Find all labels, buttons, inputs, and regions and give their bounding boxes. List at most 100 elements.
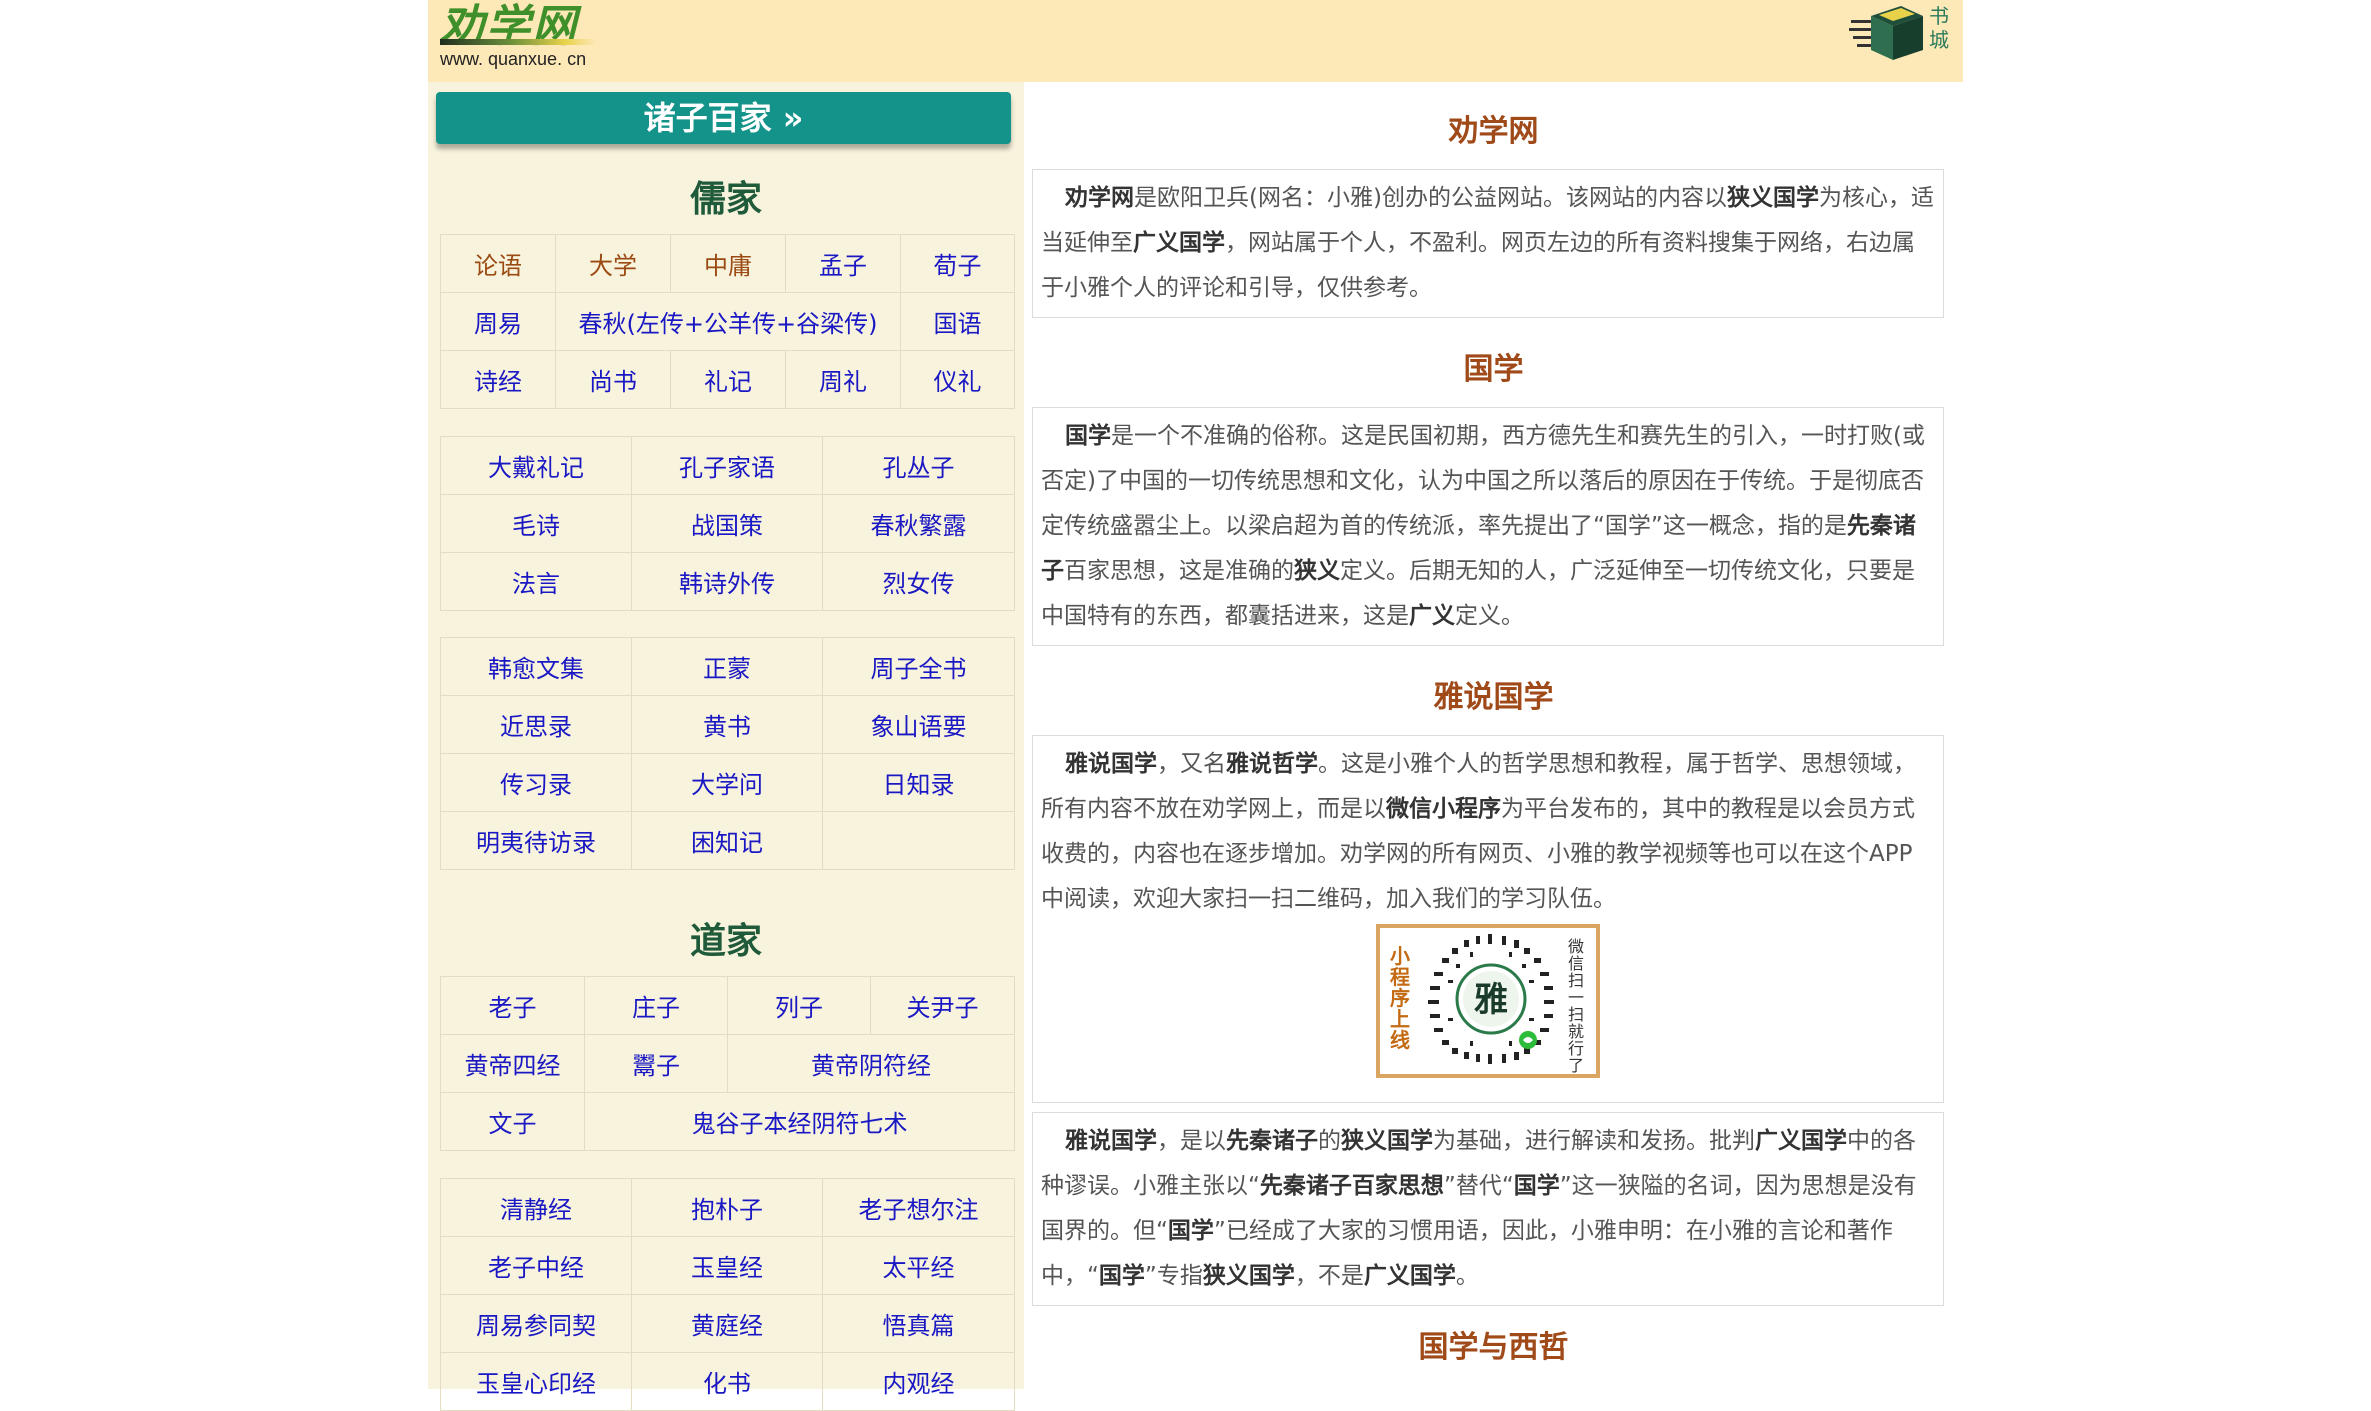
table-row: 周易 春秋(左传+公羊传+谷梁传) 国语 bbox=[440, 292, 1015, 351]
yashuo-detail-text: 雅说国学，是以先秦诸子的狭义国学为基础，进行解读和发扬。批判广义国学中的各种谬误… bbox=[1041, 1128, 1917, 1289]
book-link[interactable]: 春秋繁露 bbox=[822, 494, 1015, 553]
left-sidebar: 诸子百家 » 儒家 论语 大学 中庸 孟子 荀子 周易 春秋(左传+公羊传+谷梁… bbox=[428, 82, 1024, 1411]
table-row: 韩愈文集 正蒙 周子全书 bbox=[440, 637, 1015, 696]
qr-code-icon: 雅 bbox=[1428, 934, 1554, 1064]
book-link[interactable]: 玉皇经 bbox=[631, 1236, 823, 1295]
book-link[interactable]: 周礼 bbox=[785, 350, 901, 409]
book-link[interactable]: 象山语要 bbox=[822, 695, 1015, 754]
intro-guoxue-text: 国学是一个不准确的俗称。这是民国初期，西方德先生和赛先生的引入，一时打败(或否定… bbox=[1041, 423, 1925, 629]
table-row: 老子中经 玉皇经 太平经 bbox=[440, 1236, 1015, 1295]
table-row: 大戴礼记 孔子家语 孔丛子 bbox=[440, 436, 1015, 495]
table-row: 文子 鬼谷子本经阴符七术 bbox=[440, 1092, 1015, 1151]
book-link[interactable]: 大学 bbox=[555, 234, 671, 293]
qr-center-char: 雅 bbox=[1474, 980, 1508, 1020]
qr-left-label: 小程序上线 bbox=[1390, 944, 1410, 1052]
intro-yashuo-text: 雅说国学，又名雅说哲学。这是小雅个人的哲学思想和教程，属于哲学、思想领域，所有内… bbox=[1041, 751, 1916, 912]
book-link[interactable]: 困知记 bbox=[631, 811, 823, 870]
section-title-guoxue-xizhe: 国学与西哲 bbox=[1418, 1330, 1569, 1365]
book-link[interactable]: 化书 bbox=[631, 1352, 823, 1411]
book-link[interactable]: 周易参同契 bbox=[440, 1294, 632, 1353]
book-link[interactable]: 礼记 bbox=[670, 350, 786, 409]
book-link[interactable]: 战国策 bbox=[631, 494, 823, 553]
page: 劝学网 www. quanxue. cn 书城 诸子百家 » 儒家 论语 大学 … bbox=[428, 0, 1963, 1411]
book-link[interactable]: 孟子 bbox=[785, 234, 901, 293]
section-title-guoxue: 国学 bbox=[1463, 352, 1524, 387]
table-row: 周易参同契 黄庭经 悟真篇 bbox=[440, 1294, 1015, 1353]
book-link[interactable]: 孔丛子 bbox=[822, 436, 1015, 495]
daoist-classics-table-2: 清静经 抱朴子 老子想尔注 老子中经 玉皇经 太平经 周易参同契 黄庭经 悟真篇… bbox=[440, 1178, 1015, 1411]
intro-quanxue-box: 劝学网是欧阳卫兵(网名：小雅)创办的公益网站。该网站的内容以狭义国学为核心，适当… bbox=[1032, 169, 1944, 318]
table-row: 清静经 抱朴子 老子想尔注 bbox=[440, 1178, 1015, 1237]
book-link[interactable]: 周易 bbox=[440, 292, 556, 351]
book-link[interactable]: 诗经 bbox=[440, 350, 556, 409]
table-row: 论语 大学 中庸 孟子 荀子 bbox=[440, 234, 1015, 293]
book-link[interactable]: 论语 bbox=[440, 234, 556, 293]
book-link[interactable]: 抱朴子 bbox=[631, 1178, 823, 1237]
book-link[interactable]: 国语 bbox=[900, 292, 1015, 351]
qr-right-label: 微信扫一扫就行了 bbox=[1568, 937, 1585, 1075]
table-row: 毛诗 战国策 春秋繁露 bbox=[440, 494, 1015, 553]
book-link[interactable]: 周子全书 bbox=[822, 637, 1015, 696]
book-link[interactable]: 韩诗外传 bbox=[631, 552, 823, 611]
book-link[interactable]: 玉皇心印经 bbox=[440, 1352, 632, 1411]
bookstore-link[interactable]: 书城 bbox=[1849, 2, 1949, 64]
zhuzi-baijia-button[interactable]: 诸子百家 » bbox=[436, 92, 1011, 144]
book-link[interactable]: 烈女传 bbox=[822, 552, 1015, 611]
book-link[interactable]: 明夷待访录 bbox=[440, 811, 632, 870]
book-link[interactable]: 荀子 bbox=[900, 234, 1015, 293]
book-link[interactable]: 法言 bbox=[440, 552, 632, 611]
intro-quanxue-text: 劝学网是欧阳卫兵(网名：小雅)创办的公益网站。该网站的内容以狭义国学为核心，适当… bbox=[1041, 185, 1934, 301]
site-logo[interactable]: 劝学网 www. quanxue. cn bbox=[434, 0, 596, 76]
book-link[interactable]: 韩愈文集 bbox=[440, 637, 632, 696]
confucian-classics-table-2: 大戴礼记 孔子家语 孔丛子 毛诗 战国策 春秋繁露 法言 韩诗外传 烈女传 bbox=[440, 436, 1015, 611]
book-link[interactable]: 文子 bbox=[440, 1092, 585, 1151]
table-row: 诗经 尚书 礼记 周礼 仪礼 bbox=[440, 350, 1015, 409]
book-stack-icon bbox=[1849, 6, 1923, 60]
confucian-classics-table-3: 韩愈文集 正蒙 周子全书 近思录 黄书 象山语要 传习录 大学问 日知录 明夷待… bbox=[440, 637, 1015, 870]
mini-program-qr-card[interactable]: 小程序上线 雅 微信扫一扫就行了 bbox=[1376, 924, 1600, 1078]
book-link[interactable]: 列子 bbox=[727, 976, 871, 1035]
book-link[interactable]: 日知录 bbox=[822, 753, 1015, 812]
main-content: 劝学网 劝学网是欧阳卫兵(网名：小雅)创办的公益网站。该网站的内容以狭义国学为核… bbox=[1024, 82, 1963, 1389]
book-link[interactable]: 内观经 bbox=[822, 1352, 1015, 1411]
site-header: 劝学网 www. quanxue. cn 书城 bbox=[428, 0, 1963, 82]
book-link[interactable]: 仪礼 bbox=[900, 350, 1015, 409]
intro-yashuo-box: 雅说国学，又名雅说哲学。这是小雅个人的哲学思想和教程，属于哲学、思想领域，所有内… bbox=[1032, 735, 1944, 1103]
book-link[interactable]: 庄子 bbox=[584, 976, 728, 1035]
book-link[interactable]: 黄帝四经 bbox=[440, 1034, 585, 1093]
book-link[interactable]: 老子中经 bbox=[440, 1236, 632, 1295]
book-link[interactable]: 大学问 bbox=[631, 753, 823, 812]
table-row: 老子 庄子 列子 关尹子 bbox=[440, 976, 1015, 1035]
table-row: 法言 韩诗外传 烈女传 bbox=[440, 552, 1015, 611]
book-link[interactable]: 清静经 bbox=[440, 1178, 632, 1237]
confucian-school-title: 儒家 bbox=[689, 179, 762, 220]
book-link[interactable]: 悟真篇 bbox=[822, 1294, 1015, 1353]
book-link[interactable]: 大戴礼记 bbox=[440, 436, 632, 495]
book-link[interactable]: 毛诗 bbox=[440, 494, 632, 553]
logo-text: 劝学网 bbox=[440, 1, 578, 52]
yashuo-detail-box: 雅说国学，是以先秦诸子的狭义国学为基础，进行解读和发扬。批判广义国学中的各种谬误… bbox=[1032, 1112, 1944, 1306]
book-link[interactable]: 鬻子 bbox=[584, 1034, 728, 1093]
book-link[interactable]: 太平经 bbox=[822, 1236, 1015, 1295]
confucian-classics-table-1: 论语 大学 中庸 孟子 荀子 周易 春秋(左传+公羊传+谷梁传) 国语 诗经 尚… bbox=[440, 234, 1015, 409]
book-link[interactable]: 老子 bbox=[440, 976, 585, 1035]
book-link[interactable]: 黄庭经 bbox=[631, 1294, 823, 1353]
book-link[interactable]: 尚书 bbox=[555, 350, 671, 409]
table-row: 黄帝四经 鬻子 黄帝阴符经 bbox=[440, 1034, 1015, 1093]
book-link[interactable]: 老子想尔注 bbox=[822, 1178, 1015, 1237]
book-link[interactable]: 近思录 bbox=[440, 695, 632, 754]
book-link[interactable]: 春秋(左传+公羊传+谷梁传) bbox=[555, 292, 901, 351]
book-link[interactable]: 关尹子 bbox=[870, 976, 1015, 1035]
table-row: 传习录 大学问 日知录 bbox=[440, 753, 1015, 812]
bookstore-label: 书城 bbox=[1929, 4, 1949, 52]
book-link[interactable]: 鬼谷子本经阴符七术 bbox=[584, 1092, 1015, 1151]
daoist-classics-table-1: 老子 庄子 列子 关尹子 黄帝四经 鬻子 黄帝阴符经 文子 鬼谷子本经阴符七术 bbox=[440, 976, 1015, 1151]
book-link[interactable]: 中庸 bbox=[670, 234, 786, 293]
intro-guoxue-box: 国学是一个不准确的俗称。这是民国初期，西方德先生和赛先生的引入，一时打败(或否定… bbox=[1032, 407, 1944, 646]
book-link[interactable]: 孔子家语 bbox=[631, 436, 823, 495]
book-link[interactable]: 黄帝阴符经 bbox=[727, 1034, 1015, 1093]
book-link[interactable]: 黄书 bbox=[631, 695, 823, 754]
section-title-quanxue: 劝学网 bbox=[1448, 114, 1539, 149]
book-link[interactable]: 正蒙 bbox=[631, 637, 823, 696]
book-link[interactable]: 传习录 bbox=[440, 753, 632, 812]
